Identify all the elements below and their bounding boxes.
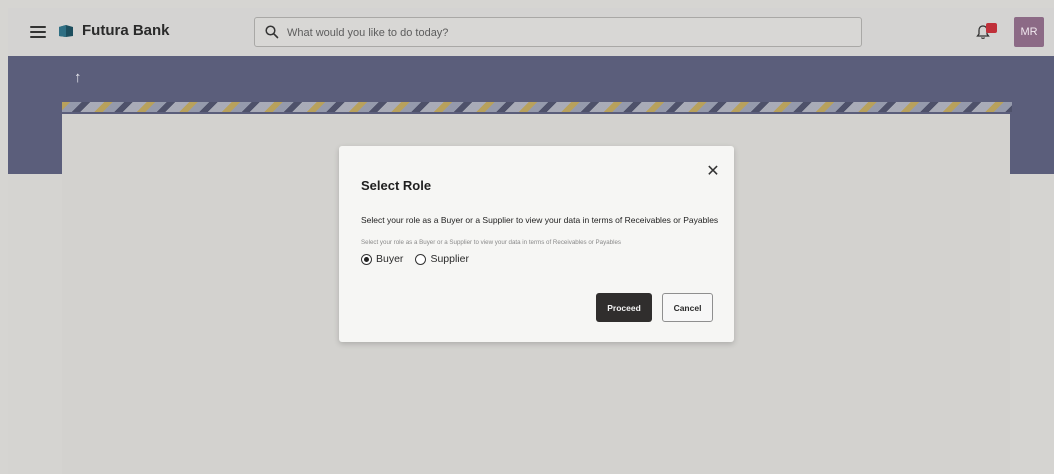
search-bar[interactable] [254,17,862,47]
up-arrow-icon[interactable]: ↑ [74,69,82,86]
radio-option-buyer[interactable]: Buyer [361,253,403,265]
search-input[interactable] [287,24,847,42]
top-bar: Futura Bank MR [8,8,1054,56]
brand-name[interactable]: Futura Bank [82,22,170,39]
modal-hint: Select your role as a Buyer or a Supplie… [361,239,622,246]
hamburger-menu-icon[interactable] [30,26,46,38]
modal-title: Select Role [361,178,432,193]
close-icon[interactable]: ✕ [705,164,721,180]
bank-logo-icon [59,25,73,37]
search-icon [265,25,279,39]
cancel-button[interactable]: Cancel [662,293,713,322]
radio-button-supplier[interactable] [415,253,427,265]
decorative-pattern [62,102,1012,112]
radio-label-buyer: Buyer [376,253,404,265]
radio-label-supplier: Supplier [430,253,469,265]
avatar[interactable]: MR [1014,17,1044,47]
notification-badge [986,23,997,33]
role-radio-group: Buyer Supplier [361,253,469,265]
modal-description: Select your role as a Buyer or a Supplie… [361,215,719,225]
radio-button-buyer[interactable] [361,253,372,265]
radio-option-supplier[interactable]: Supplier [415,253,469,265]
proceed-button[interactable]: Proceed [596,293,652,322]
radio-selected-dot [364,256,369,262]
select-role-modal: Select Role ✕ Select your role as a Buye… [339,146,734,342]
